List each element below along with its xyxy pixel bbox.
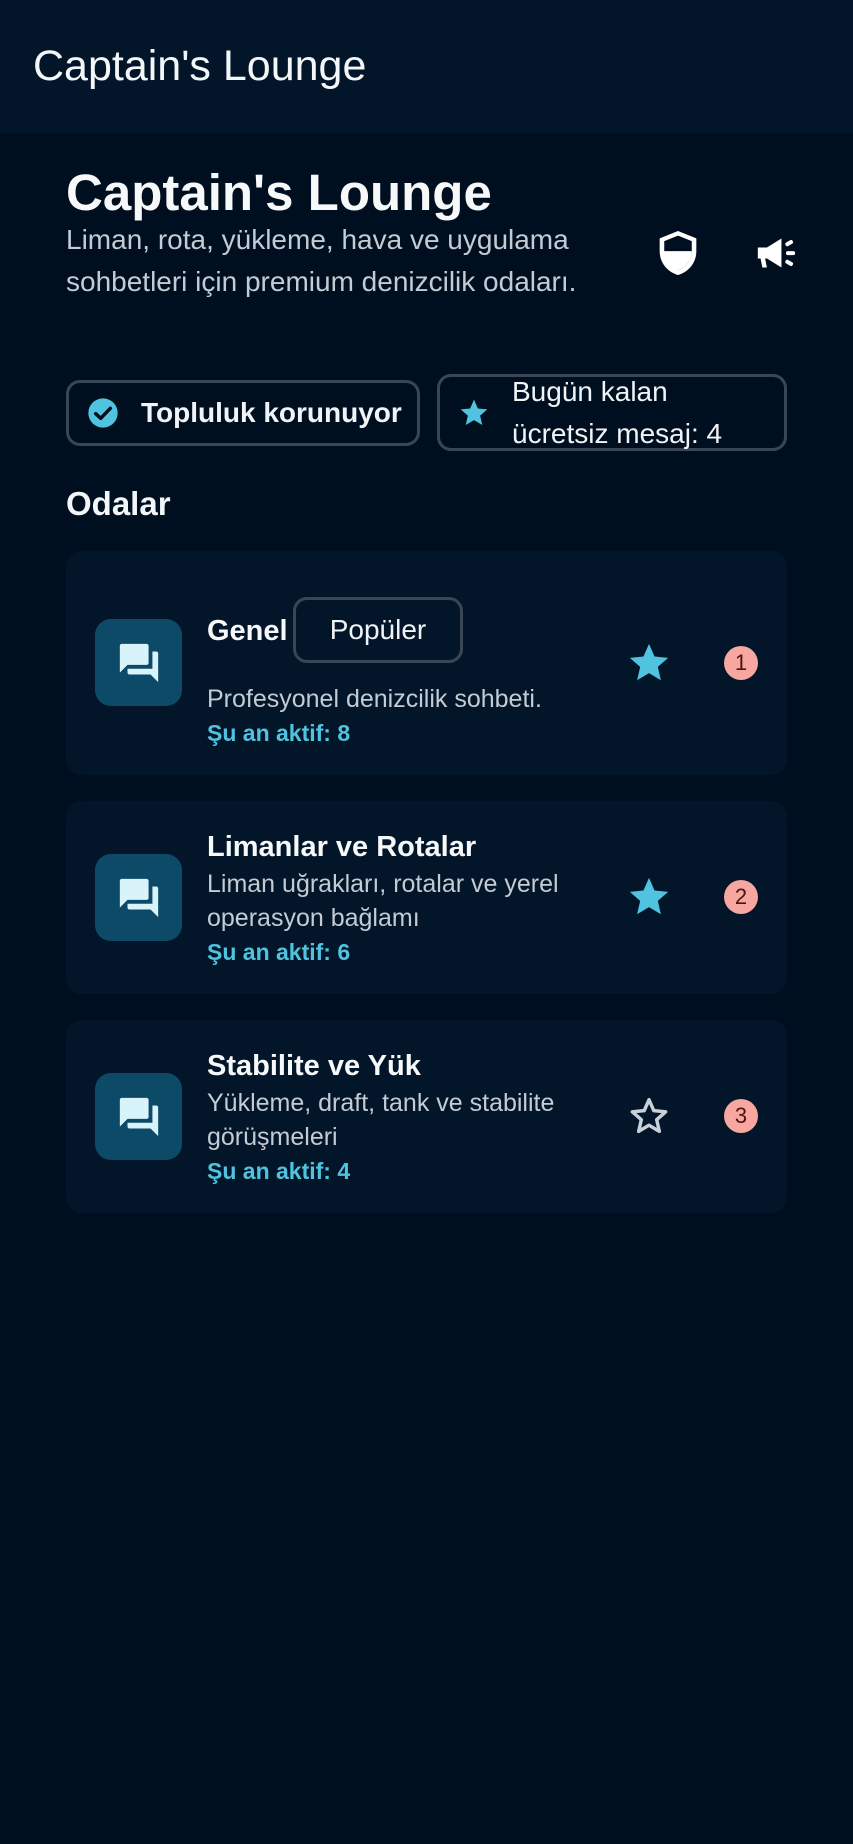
room-name: Stabilite ve Yük (207, 1050, 421, 1082)
main-content: Captain's Lounge Liman, rota, yükleme, h… (66, 133, 796, 1213)
favorite-button[interactable] (625, 1092, 673, 1140)
room-description: Liman uğrakları, rotalar ve yerel operas… (207, 870, 559, 932)
room-name: Limanlar ve Rotalar (207, 831, 477, 863)
check-circle-icon (85, 395, 121, 431)
room-card-limanlar[interactable]: Limanlar ve Rotalar Liman uğrakları, rot… (66, 801, 787, 994)
room-card-stabilite[interactable]: Stabilite ve Yük Yükleme, draft, tank ve… (66, 1020, 787, 1213)
room-chat-icon (95, 1073, 182, 1160)
star-icon (456, 395, 492, 431)
room-active-count: Şu an aktif: 6 (207, 939, 351, 965)
room-rank-badge: 2 (724, 880, 758, 914)
lounge-header: Captain's Lounge Liman, rota, yükleme, h… (66, 133, 796, 343)
app-bar: Captain's Lounge (0, 0, 853, 133)
app-bar-title: Captain's Lounge (33, 42, 367, 90)
community-protected-label: Topluluk korunuyor (141, 397, 402, 428)
status-chips: Topluluk korunuyor Bugün kalan ücretsiz … (66, 374, 787, 454)
star-outline-icon (630, 1097, 668, 1134)
shield-icon (659, 231, 697, 275)
room-description: Yükleme, draft, tank ve stabilite görüşm… (207, 1089, 555, 1151)
star-filled-icon (629, 877, 669, 915)
room-description: Profesyonel denizcilik sohbeti. (207, 685, 542, 713)
popular-tag-chip[interactable]: Popüler (293, 597, 463, 663)
megaphone-icon (757, 238, 796, 268)
rooms-section-title: Odalar (66, 485, 171, 522)
room-rank-badge: 3 (724, 1099, 758, 1133)
page-title: Captain's Lounge (66, 164, 492, 221)
star-filled-icon (629, 643, 669, 681)
shield-button[interactable] (650, 225, 706, 281)
room-chat-icon (95, 854, 182, 941)
room-active-count: Şu an aktif: 8 (207, 720, 351, 746)
favorite-button[interactable] (625, 873, 673, 921)
room-name: Genel (207, 615, 288, 647)
room-chat-icon (95, 619, 182, 706)
megaphone-button[interactable] (748, 225, 804, 281)
community-protected-chip[interactable]: Topluluk korunuyor (66, 380, 420, 446)
free-messages-label: Bugün kalan ücretsiz mesaj: 4 (512, 375, 723, 449)
room-rank-badge: 1 (724, 646, 758, 680)
room-card-genel[interactable]: Genel Popüler Profesyonel denizcilik soh… (66, 551, 787, 775)
favorite-button[interactable] (625, 639, 673, 687)
free-messages-chip[interactable]: Bugün kalan ücretsiz mesaj: 4 (437, 374, 787, 451)
room-active-count: Şu an aktif: 4 (207, 1158, 351, 1184)
page-subtitle: Liman, rota, yükleme, hava ve uygulama s… (66, 224, 577, 297)
